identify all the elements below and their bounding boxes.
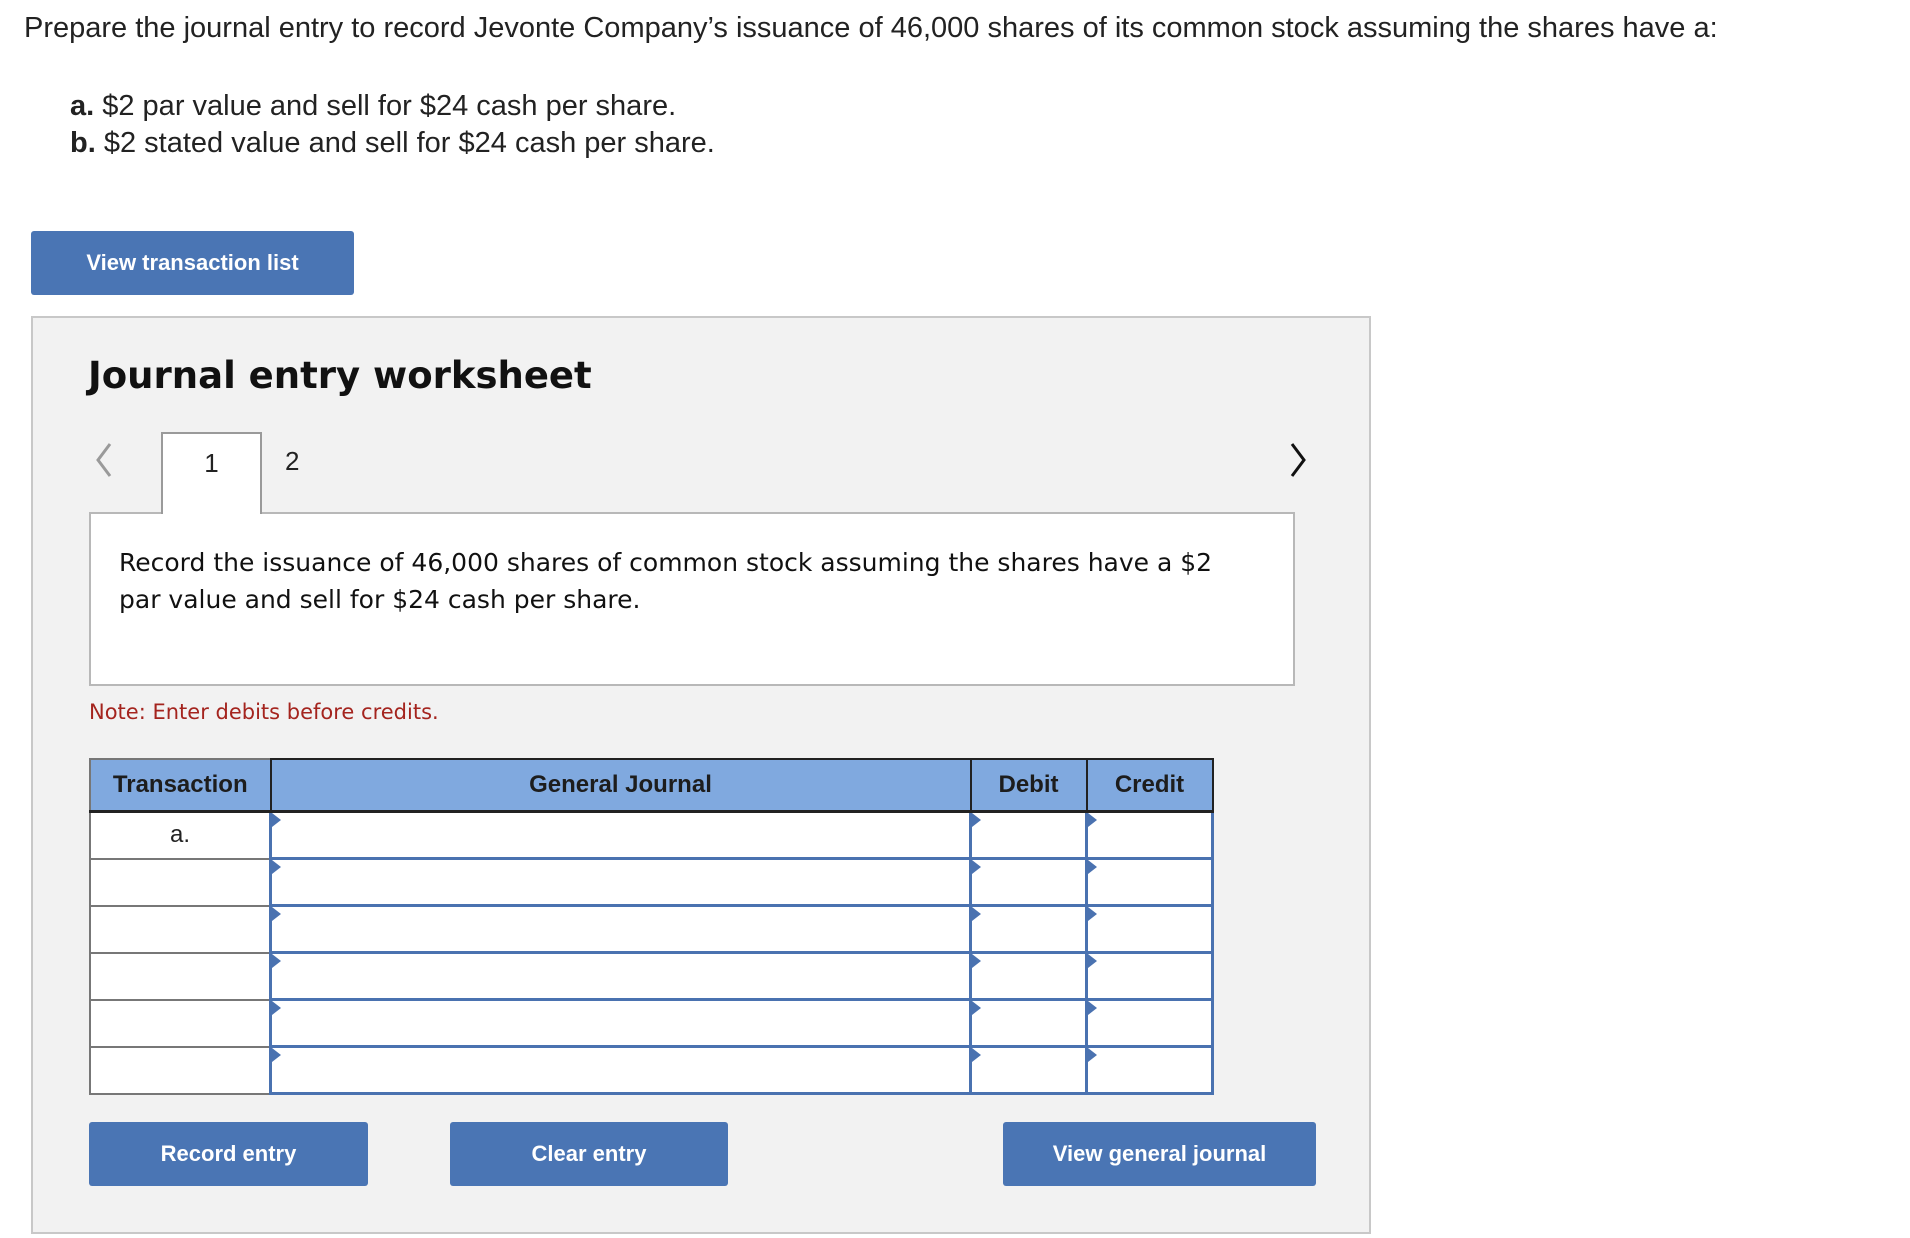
- item-label: a.: [70, 90, 95, 122]
- account-input[interactable]: [272, 1048, 969, 1092]
- account-input[interactable]: [272, 907, 969, 951]
- debit-cell: [969, 951, 1088, 1001]
- debit-cell: [969, 1045, 1088, 1095]
- question-item-a: a. $2 par value and sell for $24 cash pe…: [70, 88, 715, 125]
- dropdown-marker-icon: [972, 1048, 981, 1062]
- chevron-left-icon[interactable]: [92, 440, 116, 484]
- dropdown-marker-icon: [1088, 907, 1097, 921]
- view-general-journal-button[interactable]: View general journal: [1003, 1122, 1316, 1186]
- table-row: a.: [89, 810, 1214, 860]
- credit-cell: [1085, 857, 1214, 907]
- item-text: $2 stated value and sell for $24 cash pe…: [95, 127, 715, 159]
- account-cell: [269, 904, 972, 954]
- transaction-cell: [89, 951, 272, 1001]
- header-general-journal: General Journal: [269, 758, 972, 813]
- transaction-cell: [89, 998, 272, 1048]
- credit-input[interactable]: [1088, 954, 1211, 998]
- dropdown-marker-icon: [1088, 860, 1097, 874]
- dropdown-marker-icon: [1088, 1048, 1097, 1062]
- credit-cell: [1085, 951, 1214, 1001]
- dropdown-marker-icon: [972, 907, 981, 921]
- account-cell: [269, 857, 972, 907]
- table-row: [89, 904, 1214, 954]
- account-input[interactable]: [272, 860, 969, 904]
- header-transaction: Transaction: [89, 758, 272, 813]
- account-input[interactable]: [272, 813, 969, 857]
- dropdown-marker-icon: [272, 1001, 281, 1015]
- item-label: b.: [70, 127, 96, 159]
- credit-cell: [1085, 904, 1214, 954]
- table-row: [89, 951, 1214, 1001]
- dropdown-marker-icon: [1088, 954, 1097, 968]
- account-cell: [269, 810, 972, 860]
- tab-1[interactable]: 1: [161, 432, 262, 514]
- dropdown-marker-icon: [972, 1001, 981, 1015]
- dropdown-marker-icon: [972, 860, 981, 874]
- account-cell: [269, 1045, 972, 1095]
- note-text: Note: Enter debits before credits.: [89, 700, 439, 724]
- transaction-cell: [89, 857, 272, 907]
- debit-input[interactable]: [972, 1001, 1085, 1045]
- table-row: [89, 998, 1214, 1048]
- table-row: [89, 1045, 1214, 1095]
- account-input[interactable]: [272, 954, 969, 998]
- chevron-right-icon[interactable]: [1286, 440, 1310, 484]
- header-debit: Debit: [969, 758, 1088, 813]
- debit-input[interactable]: [972, 954, 1085, 998]
- question-items: a. $2 par value and sell for $24 cash pe…: [70, 88, 715, 162]
- credit-cell: [1085, 1045, 1214, 1095]
- instruction-text: Record the issuance of 46,000 shares of …: [119, 548, 1213, 614]
- header-credit: Credit: [1085, 758, 1214, 813]
- table-row: [89, 857, 1214, 907]
- tab-2[interactable]: 2: [285, 446, 299, 477]
- dropdown-marker-icon: [272, 813, 281, 827]
- debit-input[interactable]: [972, 1048, 1085, 1092]
- question-prompt: Prepare the journal entry to record Jevo…: [24, 12, 1718, 44]
- credit-input[interactable]: [1088, 1001, 1211, 1045]
- account-cell: [269, 951, 972, 1001]
- dropdown-marker-icon: [272, 907, 281, 921]
- credit-cell: [1085, 810, 1214, 860]
- dropdown-marker-icon: [272, 1048, 281, 1062]
- view-transaction-list-button[interactable]: View transaction list: [31, 231, 354, 295]
- dropdown-marker-icon: [1088, 1001, 1097, 1015]
- debit-cell: [969, 998, 1088, 1048]
- question-item-b: b. $2 stated value and sell for $24 cash…: [70, 125, 715, 162]
- dropdown-marker-icon: [272, 860, 281, 874]
- credit-input[interactable]: [1088, 907, 1211, 951]
- transaction-cell: [89, 904, 272, 954]
- general-journal-table: Transaction General Journal Debit Credit…: [89, 758, 1214, 1095]
- dropdown-marker-icon: [972, 954, 981, 968]
- credit-input[interactable]: [1088, 860, 1211, 904]
- credit-cell: [1085, 998, 1214, 1048]
- debit-cell: [969, 904, 1088, 954]
- transaction-cell: [89, 1045, 272, 1095]
- worksheet-title: Journal entry worksheet: [88, 354, 592, 397]
- transaction-cell: a.: [89, 810, 272, 860]
- clear-entry-button[interactable]: Clear entry: [450, 1122, 728, 1186]
- credit-input[interactable]: [1088, 813, 1211, 857]
- table-header-row: Transaction General Journal Debit Credit: [89, 758, 1214, 813]
- dropdown-marker-icon: [972, 813, 981, 827]
- account-cell: [269, 998, 972, 1048]
- debit-cell: [969, 810, 1088, 860]
- debit-cell: [969, 857, 1088, 907]
- instruction-box: Record the issuance of 46,000 shares of …: [89, 512, 1295, 686]
- account-input[interactable]: [272, 1001, 969, 1045]
- debit-input[interactable]: [972, 907, 1085, 951]
- debit-input[interactable]: [972, 860, 1085, 904]
- dropdown-marker-icon: [1088, 813, 1097, 827]
- dropdown-marker-icon: [272, 954, 281, 968]
- record-entry-button[interactable]: Record entry: [89, 1122, 368, 1186]
- item-text: $2 par value and sell for $24 cash per s…: [94, 90, 677, 122]
- credit-input[interactable]: [1088, 1048, 1211, 1092]
- debit-input[interactable]: [972, 813, 1085, 857]
